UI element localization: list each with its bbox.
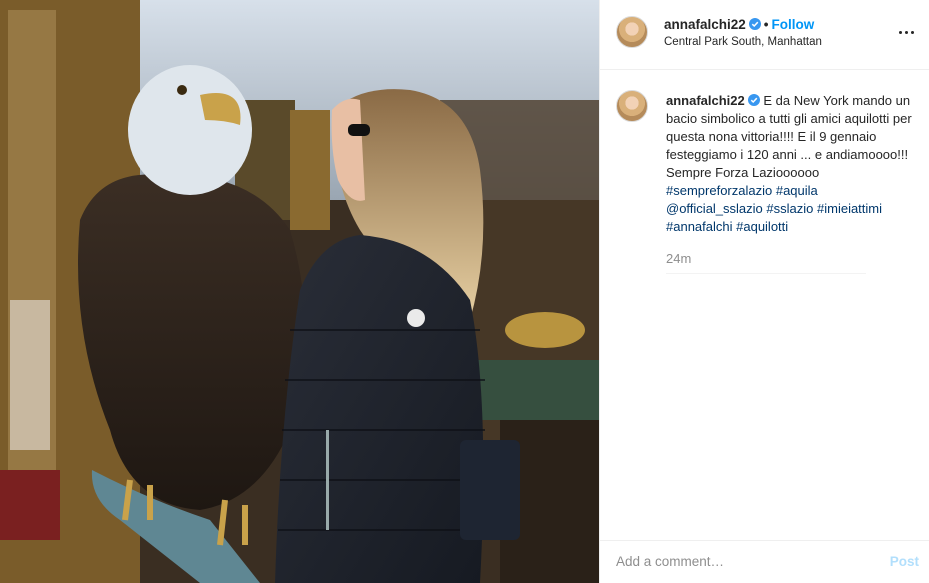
author-line: annafalchi22 • Follow	[664, 17, 814, 32]
separator-dot: •	[763, 17, 769, 32]
post-timestamp[interactable]: 24m	[666, 251, 691, 266]
post-comment-button[interactable]: Post	[890, 554, 919, 569]
caption-avatar[interactable]	[616, 90, 648, 122]
verified-badge-icon	[748, 18, 761, 30]
author-username[interactable]: annafalchi22	[664, 17, 746, 32]
mention-link[interactable]: @official_sslazio	[666, 201, 763, 216]
follow-button[interactable]: Follow	[772, 17, 815, 32]
location-link[interactable]: Central Park South, Manhattan	[664, 36, 822, 48]
post-header: annafalchi22 • Follow Central Park South, …	[600, 0, 929, 70]
hashtag-link[interactable]: #imieiattimi	[817, 201, 882, 216]
photo-image	[0, 0, 599, 583]
hashtag-link[interactable]: #sslazio	[766, 201, 813, 216]
comment-box: Post	[600, 540, 929, 583]
comment-input[interactable]	[616, 554, 866, 569]
hashtag-link[interactable]: #aquilotti	[736, 219, 788, 234]
author-avatar[interactable]	[616, 16, 648, 48]
caption-username[interactable]: annafalchi22	[666, 93, 745, 108]
divider	[666, 273, 866, 274]
more-options-icon[interactable]	[897, 22, 917, 42]
hashtag-link[interactable]: #annafalchi	[666, 219, 733, 234]
hashtag-link[interactable]: #sempreforzalazio	[666, 183, 772, 198]
post-sidebar: annafalchi22 • Follow Central Park South, …	[599, 0, 929, 583]
hashtag-link[interactable]: #aquila	[776, 183, 818, 198]
post-photo[interactable]	[0, 0, 599, 583]
verified-badge-icon	[747, 94, 760, 106]
caption-text: annafalchi22 E da New York mando un baci…	[666, 92, 916, 236]
